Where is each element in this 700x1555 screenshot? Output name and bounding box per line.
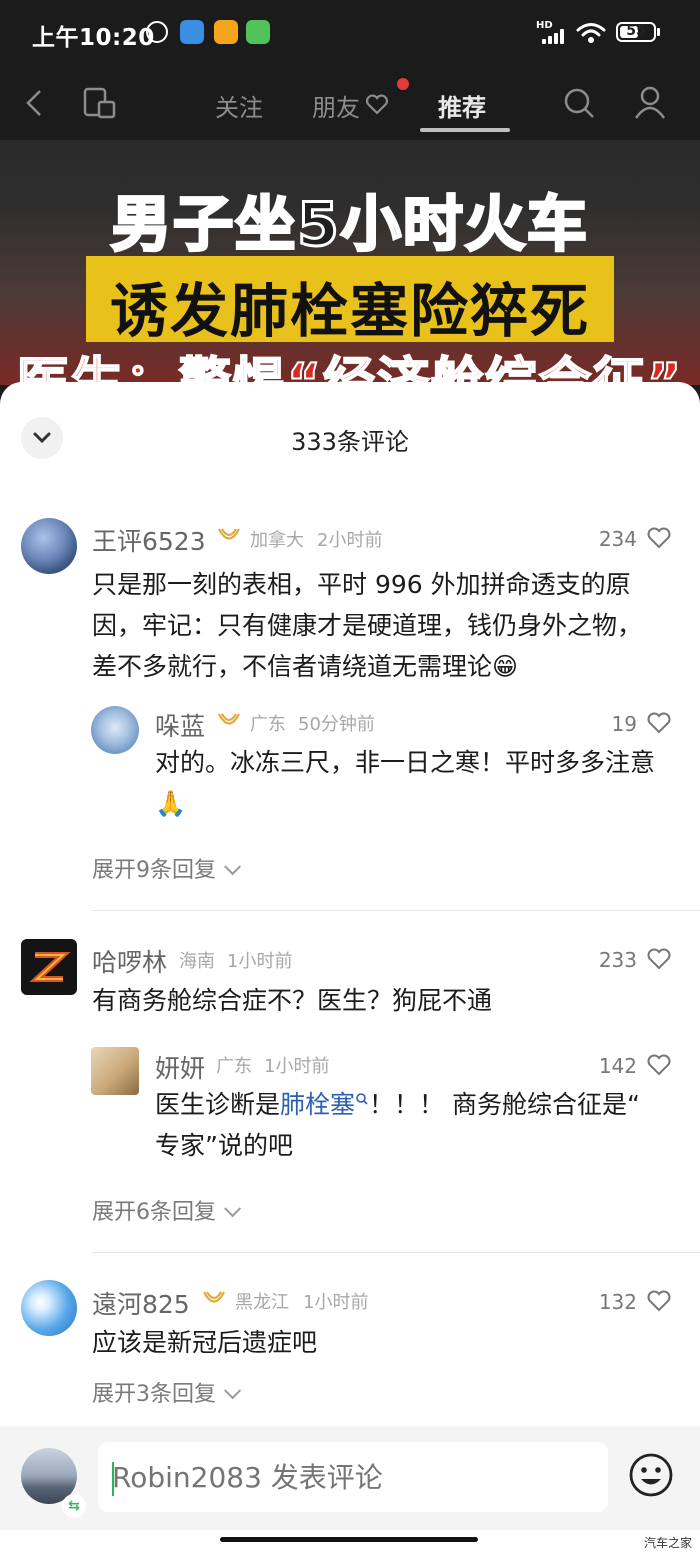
swap-account-icon[interactable]: ⇆ — [62, 1494, 86, 1518]
battery-level: 55 — [626, 23, 646, 39]
download-app-icon — [246, 20, 270, 44]
home-bar: 汽车之家 — [0, 1530, 700, 1555]
video-headline-3: 医生：警惕“经济舱综合征” — [16, 352, 684, 385]
like-count: 19 — [611, 712, 637, 736]
signal-icon — [538, 28, 568, 44]
chevron-down-icon — [224, 1200, 242, 1218]
status-bar: 上午10:20 HD 55 — [0, 0, 700, 66]
battery-icon: 55 — [616, 22, 656, 42]
avatar[interactable] — [21, 518, 77, 574]
comment-time: 1小时前 — [303, 1292, 369, 1313]
avatar[interactable] — [91, 1047, 139, 1095]
vip-badge-icon — [218, 528, 240, 540]
like-heart-icon[interactable] — [646, 1053, 672, 1077]
avatar[interactable] — [91, 706, 139, 754]
message-app-icon — [214, 20, 238, 44]
profile-icon[interactable] — [632, 84, 668, 120]
emoji-icon[interactable] — [628, 1452, 674, 1498]
calendar-app-icon — [180, 20, 204, 44]
like-count: 142 — [598, 1054, 637, 1078]
tab-recommend[interactable]: 推荐 — [438, 88, 486, 123]
comment-sheet: 333条评论 王评6523 加拿大 2小时前 234 只是那一刻的表相，平时 9… — [0, 382, 700, 1555]
like-count: 132 — [598, 1290, 637, 1314]
status-time: 上午10:20 — [32, 25, 155, 51]
active-tab-indicator — [420, 128, 510, 132]
watermark: 汽车之家 — [643, 1536, 692, 1550]
notification-dot — [397, 78, 409, 90]
search-icon — [356, 1093, 368, 1105]
comment-time: 2小时前 — [317, 530, 383, 551]
tab-friends[interactable]: 朋友 — [312, 88, 360, 123]
search-icon[interactable] — [562, 86, 596, 120]
vip-badge-icon — [218, 713, 240, 725]
like-heart-icon[interactable] — [646, 1289, 672, 1313]
top-nav: 关注 朋友 推荐 — [0, 66, 700, 140]
comment-location: 黑龙江 — [235, 1292, 289, 1313]
comment-input[interactable] — [98, 1442, 608, 1512]
video-headline-1: 男子坐5小时火车 — [110, 189, 589, 262]
comment-time: 1小时前 — [227, 951, 293, 972]
reply-text[interactable]: 医生诊断是肺栓塞！！！ 商务舱综合征是“ 专家”说的吧 — [155, 1084, 685, 1166]
comment-text[interactable]: 只是那一刻的表相，平时 996 外加拼命透支的原 因，牢记：只有健康才是硬道理，… — [92, 564, 692, 687]
chevron-down-icon — [224, 858, 242, 876]
alarm-icon — [146, 21, 168, 43]
comment-author[interactable]: 王评6523 — [92, 522, 206, 558]
multi-window-icon[interactable] — [82, 86, 118, 120]
wifi-icon — [576, 23, 606, 43]
divider — [92, 1252, 700, 1253]
comment-count-title: 333条评论 — [291, 428, 409, 456]
divider — [92, 910, 700, 911]
home-indicator[interactable] — [220, 1537, 478, 1542]
reply-location: 广东 — [216, 1056, 252, 1077]
expand-replies-link[interactable]: 展开6条回复 — [92, 1194, 242, 1226]
comment-author[interactable]: 遠河825 — [92, 1285, 190, 1321]
reply-author[interactable]: 妍妍 — [155, 1049, 205, 1085]
video-player[interactable]: 男子坐5小时火车 诱发肺栓塞险猝死 医生：警惕“经济舱综合征” — [0, 140, 700, 385]
reply-author[interactable]: 哚蓝 — [155, 707, 205, 743]
like-heart-icon[interactable] — [646, 711, 672, 735]
reply-text[interactable]: 对的。冰冻三尺，非一日之寒！平时多多注意 🙏 — [155, 742, 685, 824]
comment-input-bar: ⇆ — [0, 1426, 700, 1530]
text-caret — [112, 1462, 114, 1496]
video-headline-2: 诱发肺栓塞险猝死 — [109, 277, 590, 345]
comment-location: 加拿大 — [250, 530, 304, 551]
back-icon[interactable] — [22, 88, 48, 118]
like-heart-icon[interactable] — [646, 526, 672, 550]
z-logo-icon — [29, 952, 71, 982]
avatar[interactable] — [21, 1280, 77, 1336]
comment-text[interactable]: 应该是新冠后遗症吧 — [92, 1322, 692, 1363]
keyword-link[interactable]: 肺栓塞 — [280, 1090, 369, 1119]
reply-time: 50分钟前 — [298, 714, 375, 735]
reply-location: 广东 — [250, 714, 286, 735]
comment-location: 海南 — [179, 951, 215, 972]
reply-time: 1小时前 — [264, 1056, 330, 1077]
chevron-down-icon — [224, 1382, 242, 1400]
expand-replies-link[interactable]: 展开3条回复 — [92, 1376, 242, 1408]
comment-text[interactable]: 有商务舱综合症不？医生？狗屁不通 — [92, 980, 692, 1021]
expand-replies-link[interactable]: 展开9条回复 — [92, 852, 242, 884]
tab-follow[interactable]: 关注 — [215, 88, 263, 123]
heart-icon — [366, 94, 388, 115]
like-count: 234 — [598, 527, 637, 551]
like-heart-icon[interactable] — [646, 947, 672, 971]
avatar[interactable] — [21, 939, 77, 995]
comment-author[interactable]: 哈啰林 — [92, 943, 167, 979]
like-count: 233 — [598, 948, 637, 972]
vip-badge-icon — [203, 1291, 225, 1303]
